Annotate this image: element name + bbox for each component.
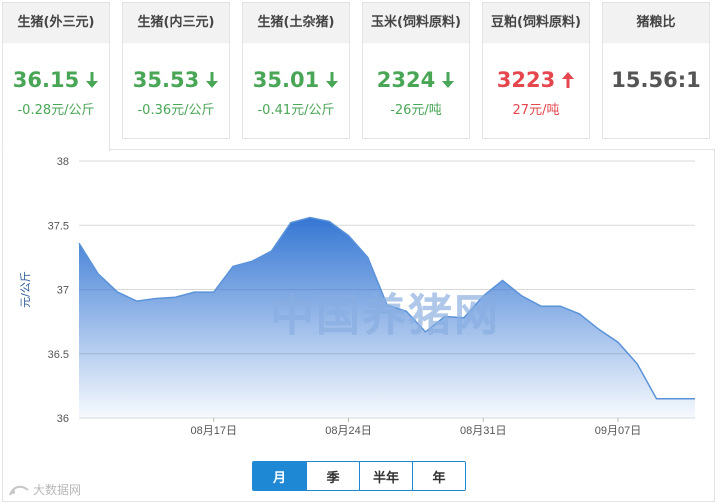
y-tick-label: 38 xyxy=(57,156,69,168)
arrow-down-icon xyxy=(206,72,219,88)
x-tick-label: 08月24日 xyxy=(325,425,371,437)
y-tick-label: 36 xyxy=(57,413,69,425)
card-value-number: 3223 xyxy=(496,68,556,92)
card-change: -26元/吨 xyxy=(390,103,442,118)
card-title: 豆粕(饲料原料) xyxy=(483,3,589,43)
arrow-up-icon xyxy=(562,72,575,88)
price-card[interactable]: 猪粮比 15.56:1 xyxy=(602,2,710,139)
card-title: 生猪(土杂猪) xyxy=(243,3,349,43)
card-title: 生猪(外三元) xyxy=(3,3,109,43)
period-halfyear-button[interactable]: 半年 xyxy=(359,462,412,490)
card-value-number: 35.01 xyxy=(252,68,320,92)
card-change: -0.36元/公斤 xyxy=(137,103,215,118)
card-title: 生猪(内三元) xyxy=(123,3,229,43)
source-credit: 大数据网 xyxy=(8,481,81,498)
source-logo-icon xyxy=(9,485,29,495)
card-value: 2324 xyxy=(363,65,469,93)
period-quarter-button[interactable]: 季 xyxy=(306,462,359,490)
chart-panel: 3837.53736.536中国养猪网中国养猪网08月17日08月24日08月3… xyxy=(2,149,715,502)
price-chart: 3837.53736.536中国养猪网中国养猪网08月17日08月24日08月3… xyxy=(19,156,695,437)
arrow-down-icon xyxy=(86,72,99,88)
period-month-button[interactable]: 月 xyxy=(253,462,306,490)
price-card[interactable]: 豆粕(饲料原料) 3223 27元/吨 xyxy=(482,2,590,139)
x-tick-label: 08月17日 xyxy=(191,425,237,437)
y-tick-label: 36.5 xyxy=(48,349,69,361)
price-card[interactable]: 玉米(饲料原料) 2324 -26元/吨 xyxy=(362,2,470,139)
arrow-down-icon xyxy=(442,72,455,88)
card-change: -0.28元/公斤 xyxy=(17,103,95,118)
card-value: 15.56:1 xyxy=(603,65,709,93)
source-text: 大数据网 xyxy=(33,483,82,497)
card-value: 35.01 xyxy=(243,65,349,93)
card-value: 36.15 xyxy=(3,65,109,93)
card-title: 玉米(饲料原料) xyxy=(363,3,469,43)
price-card[interactable]: 生猪(土杂猪) 35.01 -0.41元/公斤 xyxy=(242,2,350,139)
card-value-number: 15.56:1 xyxy=(611,68,701,92)
card-value-number: 2324 xyxy=(376,68,436,92)
y-tick-label: 37.5 xyxy=(48,220,69,232)
x-tick-label: 09月07日 xyxy=(595,425,641,437)
card-change: 27元/吨 xyxy=(512,103,560,118)
card-value: 35.53 xyxy=(123,65,229,93)
price-card[interactable]: 生猪(内三元) 35.53 -0.36元/公斤 xyxy=(122,2,230,139)
price-card[interactable]: 生猪(外三元) 36.15 -0.28元/公斤 xyxy=(2,2,110,152)
period-switch: 月 季 半年 年 xyxy=(252,461,466,491)
card-value-number: 36.15 xyxy=(12,68,80,92)
card-value: 3223 xyxy=(483,65,589,93)
y-axis-title: 元/公斤 xyxy=(19,271,32,308)
card-change: -0.41元/公斤 xyxy=(257,103,335,118)
arrow-down-icon xyxy=(326,72,339,88)
card-value-number: 35.53 xyxy=(132,68,200,92)
x-tick-label: 08月31日 xyxy=(460,425,506,437)
y-tick-label: 37 xyxy=(57,285,69,297)
watermark-overlay: 中国养猪网 xyxy=(270,290,500,341)
period-year-button[interactable]: 年 xyxy=(412,462,465,490)
card-title: 猪粮比 xyxy=(603,3,709,43)
